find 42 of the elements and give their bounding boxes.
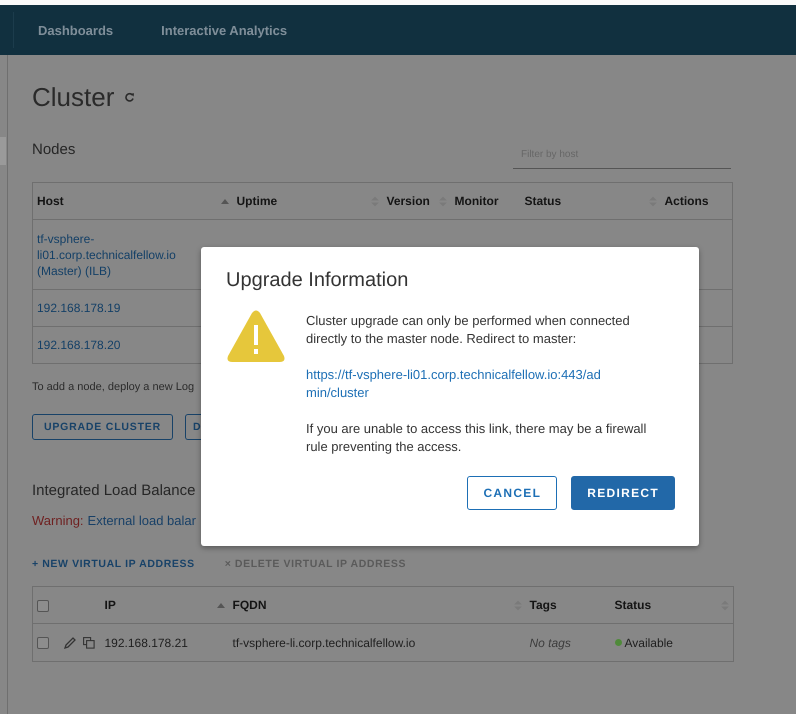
sort-ascending-icon[interactable] — [216, 602, 224, 608]
host-link[interactable]: 192.168.178.20 — [37, 337, 120, 353]
section-heading: Integrated Load Balance — [32, 482, 196, 499]
help-text: To add a node, deploy a new Log — [32, 381, 194, 393]
table-cell: No tags — [530, 636, 571, 650]
sort-ascending-icon[interactable] — [220, 198, 228, 204]
copy-icon[interactable] — [82, 636, 94, 648]
table-cell: 192.168.178.21 — [104, 636, 188, 650]
column-header: Host — [37, 194, 64, 208]
refresh-icon[interactable] — [124, 92, 136, 102]
dialog-title: Upgrade Information — [226, 269, 410, 292]
page-title: Cluster — [32, 82, 114, 112]
toolbar-link[interactable]: + NEW VIRTUAL IP ADDRESS — [32, 558, 195, 570]
column-header: Uptime — [236, 194, 278, 208]
cancel-button[interactable]: CANCEL — [467, 476, 558, 510]
column-header: Version — [386, 194, 430, 208]
column-header: Status — [524, 194, 562, 208]
status-text: Available — [624, 636, 673, 650]
checkbox[interactable] — [37, 600, 49, 612]
action-button[interactable]: UPGRADE CLUSTER — [32, 414, 173, 440]
sidebar-marker — [0, 137, 6, 165]
redirect-button[interactable]: REDIRECT — [571, 476, 675, 510]
column-header: Tags — [530, 598, 557, 612]
warning-label: Warning: — [32, 513, 84, 528]
redirect-link[interactable]: https://tf-vsphere-li01.corp.technicalfellow.io:443/admin/cluster — [306, 366, 611, 402]
host-link[interactable]: 192.168.178.19 — [37, 300, 120, 316]
table-cell: tf-vsphere-li.corp.technicalfellow.io — [232, 636, 416, 650]
warning-icon — [226, 310, 286, 364]
warning-text: External load balar — [88, 513, 196, 528]
section-heading: Nodes — [32, 141, 76, 158]
column-header: Status — [614, 598, 652, 612]
dialog-message: Cluster upgrade can only be performed when connected directly to the master node. Redirect to master: — [306, 312, 631, 348]
checkbox[interactable] — [37, 637, 49, 650]
column-header: IP — [104, 598, 116, 612]
edit-icon[interactable] — [62, 636, 76, 650]
column-header: FQDN — [232, 598, 266, 612]
nav-tab[interactable]: Interactive Analytics — [161, 22, 288, 38]
dialog-note: If you are unable to access this link, there may be a firewall rule preventing the access. — [306, 420, 648, 456]
column-header: Actions — [664, 194, 709, 208]
column-header: Monitor — [454, 194, 498, 208]
nav-tab[interactable]: Dashboards — [38, 22, 114, 38]
host-link[interactable]: tf-vsphere-li01.corp.technicalfellow.io (Master) (ILB) — [37, 230, 202, 278]
